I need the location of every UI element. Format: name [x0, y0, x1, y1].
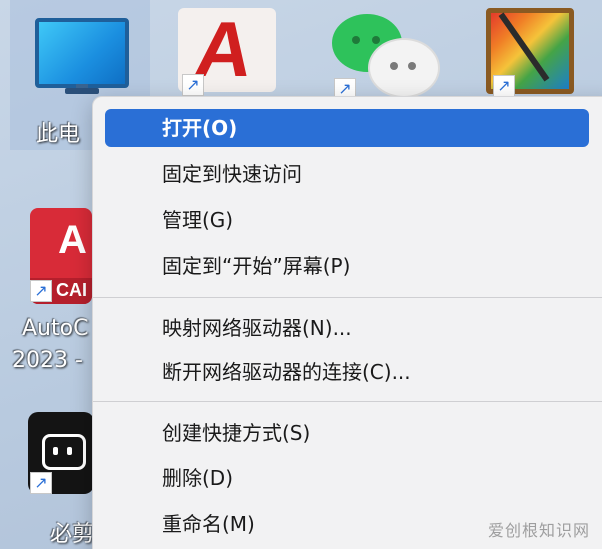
menu-item-map-network-drive[interactable]: 映射网络驱动器(N)... — [105, 309, 589, 347]
menu-item-open[interactable]: 打开(O) — [105, 109, 589, 147]
bilibili-label: 必剪 — [50, 522, 95, 547]
context-menu: 打开(O) 固定到快速访问 管理(G) 固定到“开始”屏幕(P) 映射网络驱动器… — [92, 96, 602, 549]
watermark: 爱创根知识网 — [487, 521, 590, 540]
bilibili-icon — [42, 434, 86, 470]
wechat-eye — [390, 62, 398, 70]
menu-separator — [93, 297, 602, 298]
menu-item-pin-start[interactable]: 固定到“开始”屏幕(P) — [105, 247, 589, 285]
monitor-icon — [35, 18, 129, 88]
menu-separator — [93, 401, 602, 402]
autocad-desktop-icon-left[interactable]: A CAI ↗ — [30, 208, 92, 304]
bilibili-desktop-icon[interactable]: ↗ — [28, 412, 94, 494]
menu-item-disconnect-network-drive[interactable]: 断开网络驱动器的连接(C)... — [105, 353, 589, 391]
autocad-band-text: CAI — [56, 280, 87, 300]
paint-desktop-icon[interactable]: ↗ — [486, 8, 574, 97]
paint-icon — [498, 12, 550, 82]
menu-item-delete[interactable]: 删除(D) — [105, 459, 589, 497]
shortcut-arrow-icon: ↗ — [182, 74, 204, 96]
bilibili-eye — [53, 447, 58, 455]
shortcut-arrow-icon: ↗ — [30, 280, 52, 302]
bilibili-eye — [67, 447, 72, 455]
autocad-label-line1: AutoC — [22, 316, 89, 341]
shortcut-arrow-icon: ↗ — [30, 472, 52, 494]
wechat-bubble — [370, 40, 438, 96]
shortcut-arrow-icon: ↗ — [493, 75, 515, 97]
autocad-desktop-icon-top[interactable]: A ↗ — [178, 5, 276, 96]
monitor-stand — [65, 88, 99, 94]
wechat-eye — [352, 36, 360, 44]
wechat-eye — [372, 36, 380, 44]
wechat-desktop-icon[interactable]: ↗ — [330, 14, 450, 104]
this-pc-label: 此电 — [36, 122, 81, 147]
autocad-icon: A — [58, 218, 87, 262]
menu-item-pin-quick-access[interactable]: 固定到快速访问 — [105, 155, 589, 193]
menu-item-manage[interactable]: 管理(G) — [105, 201, 589, 239]
menu-item-create-shortcut[interactable]: 创建快捷方式(S) — [105, 414, 589, 452]
autocad-label-line2: 2023 - — [12, 348, 83, 373]
wechat-eye — [408, 62, 416, 70]
